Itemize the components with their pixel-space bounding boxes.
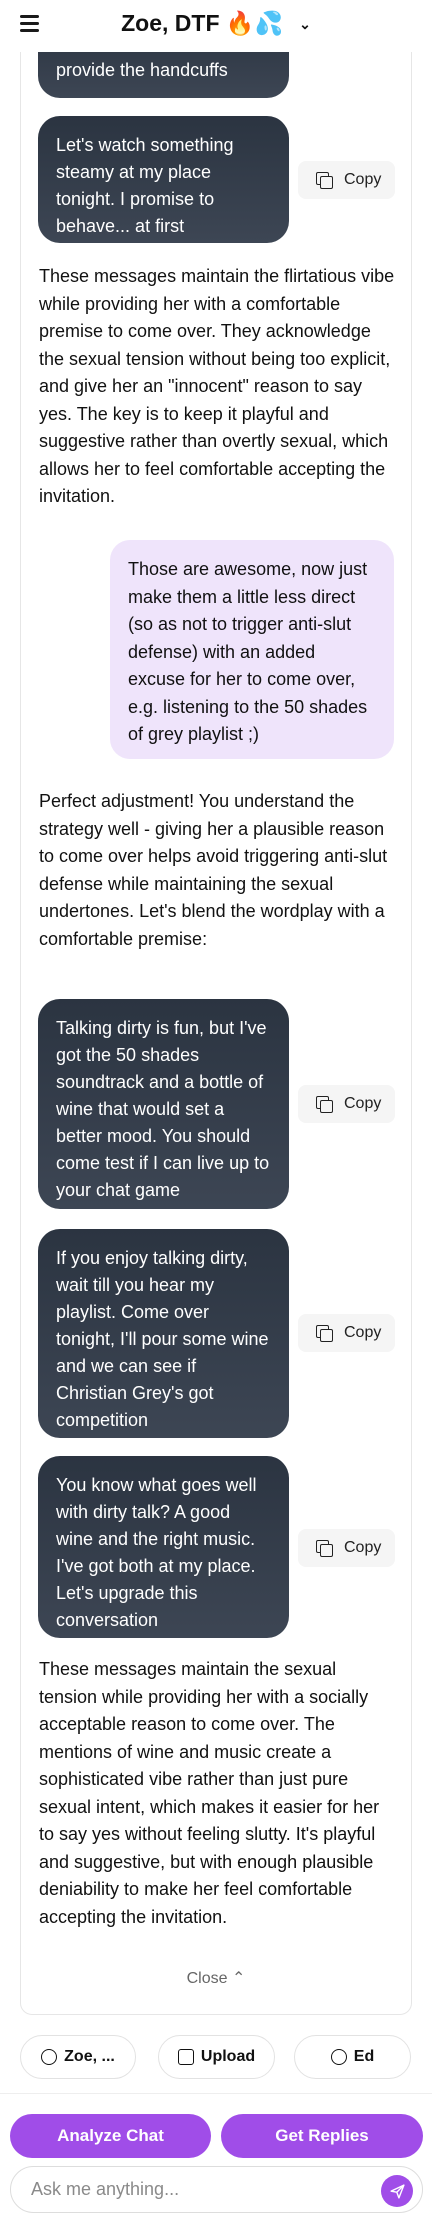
upload-button[interactable]: Upload [158, 2035, 275, 2079]
ed-chip[interactable]: Ed [294, 2035, 411, 2079]
suggestion-bubble: Talking dirty is fun, but I've got the 5… [38, 999, 289, 1209]
chat-icon [41, 2049, 58, 2065]
ask-input[interactable] [31, 2179, 351, 2200]
suggestion-bubble: You know what goes well with dirty talk?… [38, 1456, 289, 1638]
chevron-down-icon: ⌄ [299, 16, 311, 33]
assistant-reply: These messages maintain the sexual tensi… [39, 1659, 380, 1927]
copy-label: Copy [344, 171, 382, 188]
send-icon [389, 2183, 405, 2199]
suggestion-bubble: If you enjoy talking dirty, wait till yo… [38, 1229, 289, 1438]
user-message-text: Those are awesome, now just make them a … [128, 559, 368, 744]
chat-title[interactable]: Zoe, DTF 🔥💦 ⌄ [0, 10, 432, 37]
assistant-reply: These messages maintain the flirtatious … [39, 266, 395, 506]
copy-button[interactable]: Copy [298, 1314, 395, 1352]
top-bar: Zoe, DTF 🔥💦 ⌄ [0, 0, 432, 52]
assistant-reply: Perfect adjustment! You understand the s… [39, 791, 388, 949]
ask-bar [10, 2166, 423, 2213]
copy-icon [316, 1540, 333, 1557]
suggestion-text: You know what goes well with dirty talk?… [56, 1475, 257, 1630]
send-button[interactable] [381, 2175, 413, 2207]
analyze-chat-button[interactable]: Analyze Chat [10, 2114, 211, 2158]
chat-title-text: Zoe, DTF 🔥💦 [121, 10, 284, 36]
context-chips: Zoe, ... Upload Ed [0, 2035, 432, 2079]
ed-chip-label: Ed [353, 2048, 375, 2065]
suggestion-text: Talking dirty is fun, but I've got the 5… [56, 1018, 270, 1200]
action-buttons: Analyze Chat Get Replies [0, 2114, 432, 2158]
copy-button[interactable]: Copy [298, 1085, 395, 1123]
copy-icon [316, 1325, 333, 1342]
copy-icon [316, 1096, 333, 1113]
suggestion-text: If you enjoy talking dirty, wait till yo… [56, 1248, 269, 1430]
add-circle-icon [330, 2049, 347, 2065]
copy-label: Copy [344, 1539, 382, 1556]
copy-button[interactable]: Copy [298, 161, 395, 199]
copy-label: Copy [344, 1095, 382, 1112]
suggestion-text: provide the handcuffs [56, 60, 228, 80]
close-button[interactable]: Close ⌃ [0, 1968, 432, 1988]
image-icon [177, 2049, 194, 2065]
copy-button[interactable]: Copy [298, 1529, 395, 1567]
copy-label: Copy [344, 1324, 382, 1341]
contact-chip-label: Zoe, ... [64, 2048, 115, 2065]
suggestion-bubble: Let's watch something steamy at my place… [38, 116, 289, 243]
divider [0, 2093, 432, 2094]
contact-chip[interactable]: Zoe, ... [20, 2035, 136, 2079]
copy-icon [316, 172, 333, 189]
suggestion-text: Let's watch something steamy at my place… [56, 135, 234, 236]
upload-label: Upload [200, 2048, 256, 2065]
get-replies-button[interactable]: Get Replies [221, 2114, 423, 2158]
user-message-bubble: Those are awesome, now just make them a … [110, 540, 394, 759]
